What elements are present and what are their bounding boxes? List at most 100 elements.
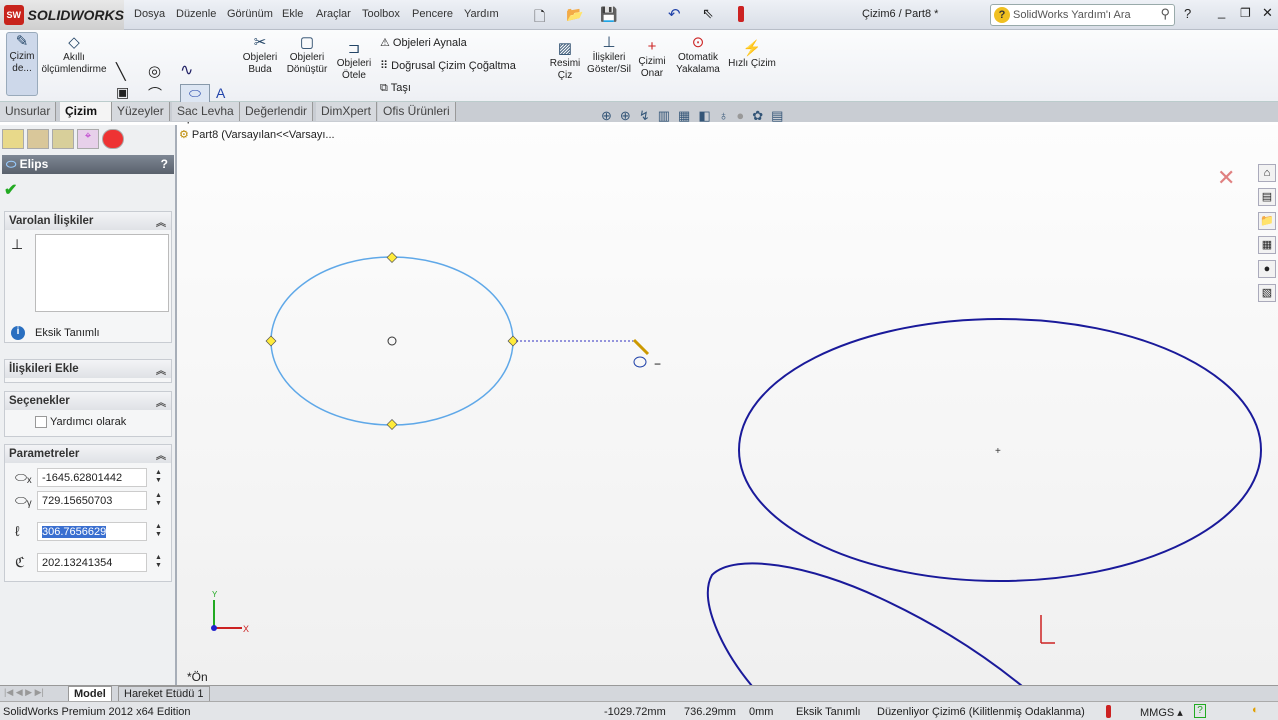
relations-button[interactable]: ⊥ İlişkileri Göster/Sil	[584, 34, 634, 76]
file-explorer-icon[interactable]: 📁	[1258, 212, 1276, 230]
tips-icon[interactable]: ◐	[1252, 704, 1259, 716]
relations-list[interactable]	[35, 234, 169, 312]
view-palette-icon[interactable]: ▦	[1258, 236, 1276, 254]
tab-sac-levha[interactable]: Sac Levha	[172, 102, 240, 121]
graphics-area[interactable]: ⚙ Part8 (Varsayılan<<Varsayı... ⊕ ⊕ ↯ ▥ ▦ ◧ ♁ ●…	[177, 108, 1278, 685]
quick-tips-icon[interactable]: ?	[1194, 704, 1206, 718]
add-relations-header[interactable]: İlişkileri Ekle ︽	[5, 360, 171, 378]
menu-araclar[interactable]: Araçlar	[316, 8, 351, 20]
menu-yardim[interactable]: Yardım	[464, 8, 499, 20]
custom-properties-icon[interactable]: ▧	[1258, 284, 1276, 302]
tab-unsurlar[interactable]: Unsurlar	[0, 102, 57, 121]
save-icon[interactable]: 💾	[600, 6, 617, 23]
menu-dosya[interactable]: Dosya	[134, 8, 165, 20]
major-radius-spinner[interactable]: ▲ ▼	[155, 523, 162, 539]
undo-icon[interactable]: ↶	[668, 5, 681, 23]
menu-pencere[interactable]: Pencere	[412, 8, 453, 20]
linear-pattern-button[interactable]: ⠿ Doğrusal Çizim Çoğaltma	[380, 59, 516, 72]
text-icon[interactable]: A	[216, 85, 225, 101]
sketch-button[interactable]: ✎ Çizim de...	[6, 32, 38, 96]
center-x-spinner[interactable]: ▲ ▼	[155, 469, 162, 485]
move-button[interactable]: ⧉ Taşı	[380, 82, 411, 95]
existing-relations-header[interactable]: Varolan İlişkiler ︽	[5, 212, 171, 230]
rebuild-status-icon[interactable]	[1106, 705, 1111, 718]
configuration-icon[interactable]	[52, 129, 74, 149]
collapse-icon[interactable]: ︽	[156, 362, 166, 377]
panel-help-button[interactable]: ?	[161, 157, 168, 171]
circle-icon[interactable]: ◎	[148, 62, 161, 80]
construction-checkbox[interactable]	[35, 416, 47, 428]
tab-dimxpert[interactable]: DimXpert	[316, 102, 378, 121]
definition-status: Eksik Tanımlı	[35, 327, 100, 339]
solidworks-logo[interactable]: SW SOLIDWORKS	[0, 0, 124, 30]
help-menu-icon[interactable]: ?	[1184, 6, 1191, 21]
rebuild-icon[interactable]	[738, 6, 744, 22]
search-icon[interactable]: ⚲	[1160, 6, 1170, 22]
repair-button[interactable]: + Çizimi Onar	[636, 38, 668, 80]
rectangle-icon[interactable]: ▣	[116, 84, 129, 101]
design-library-icon[interactable]: ▤	[1258, 188, 1276, 206]
trim-button[interactable]: ✂ Objeleri Buda	[240, 34, 280, 76]
scene-icon[interactable]: ✿	[752, 108, 763, 124]
menu-duzenle[interactable]: Düzenle	[176, 8, 216, 20]
appearance-icon[interactable]: ●	[736, 108, 744, 124]
ellipse-handles	[265, 252, 519, 430]
ellipse-button[interactable]: ⬭	[180, 84, 210, 104]
center-y-spinner[interactable]: ▲ ▼	[155, 492, 162, 508]
sketch-picture-button[interactable]: ▨ Resimi Çiz	[548, 40, 582, 82]
units-selector[interactable]: MMGS ▴	[1140, 706, 1183, 719]
collapse-icon[interactable]: ︽	[156, 447, 166, 462]
display-manager-icon[interactable]	[102, 129, 124, 149]
menu-gorunum[interactable]: Görünüm	[227, 8, 273, 20]
minor-radius-input[interactable]: 202.13241354	[37, 553, 147, 572]
arc-icon[interactable]: ⌒	[148, 84, 162, 104]
tab-degerlendir[interactable]: Değerlendir	[240, 102, 314, 121]
center-x-input[interactable]: -1645.62801442	[37, 468, 147, 487]
select-icon[interactable]: ⇖	[702, 5, 714, 22]
tab-cizim[interactable]: Çizim	[60, 102, 112, 121]
collapse-icon[interactable]: ︽	[156, 394, 166, 409]
property-manager-icon[interactable]	[27, 129, 49, 149]
collapse-icon[interactable]: ︽	[156, 214, 166, 229]
view-settings-icon[interactable]: ▤	[771, 108, 783, 124]
minor-radius-spinner[interactable]: ▲ ▼	[155, 554, 162, 570]
ok-checkmark-icon[interactable]: ✔	[4, 180, 17, 200]
zoom-area-icon[interactable]: ⊕	[620, 108, 631, 124]
tab-yuzeyler[interactable]: Yüzeyler	[112, 102, 170, 121]
display-style-icon[interactable]: ◧	[698, 108, 710, 124]
offset-button[interactable]: ⊐ Objeleri Ötele	[334, 40, 374, 82]
dimxpert-icon[interactable]: ⌖	[77, 129, 99, 149]
trim-icon: ✂	[253, 34, 267, 51]
parameters-header[interactable]: Parametreler ︽	[5, 445, 171, 463]
close-icon[interactable]: ✕	[1262, 5, 1273, 21]
restore-icon[interactable]: ❐	[1240, 6, 1251, 20]
rapid-sketch-button[interactable]: ⚡ Hızlı Çizim	[728, 40, 776, 70]
new-file-icon[interactable]: 🗋	[534, 6, 545, 30]
open-icon[interactable]: 📂	[566, 6, 583, 23]
tab-motion-study[interactable]: Hareket Etüdü 1	[118, 686, 210, 702]
mirror-button[interactable]: ⚠ Objeleri Aynala	[380, 36, 467, 49]
menu-ekle[interactable]: Ekle	[282, 8, 303, 20]
tab-scroll-arrows[interactable]: |◀ ◀ ▶ ▶|	[4, 687, 44, 698]
line-icon[interactable]: ╲	[116, 62, 126, 82]
hide-show-icon[interactable]: ♁	[719, 108, 729, 124]
previous-view-icon[interactable]: ↯	[639, 108, 650, 124]
major-radius-input[interactable]: 306.7656629	[37, 522, 147, 541]
view-orientation-icon[interactable]: ▦	[678, 108, 690, 124]
convert-button[interactable]: ▢ Objeleri Dönüştür	[284, 34, 330, 76]
feature-tree-icon[interactable]	[2, 129, 24, 149]
tab-ofis-urunleri[interactable]: Ofis Ürünleri	[378, 102, 456, 121]
section-view-icon[interactable]: ▥	[658, 108, 670, 124]
resources-icon[interactable]: ⌂	[1258, 164, 1276, 182]
center-y-input[interactable]: 729.15650703	[37, 491, 147, 510]
smart-dimension-button[interactable]: ◇ Akıllı ölçümlendirme	[40, 34, 108, 76]
options-header[interactable]: Seçenekler ︽	[5, 392, 171, 410]
tab-model[interactable]: Model	[68, 686, 112, 702]
spline-icon[interactable]: ∿	[180, 60, 193, 80]
zoom-fit-icon[interactable]: ⊕	[601, 108, 612, 124]
help-search-input[interactable]: ? SolidWorks Yardım'ı Ara ⚲	[990, 4, 1175, 26]
quick-snaps-button[interactable]: ⊙ Otomatik Yakalama	[672, 34, 724, 76]
menu-toolbox[interactable]: Toolbox	[362, 8, 400, 20]
minimize-icon[interactable]: _	[1218, 4, 1225, 19]
appearances-icon[interactable]: ●	[1258, 260, 1276, 278]
